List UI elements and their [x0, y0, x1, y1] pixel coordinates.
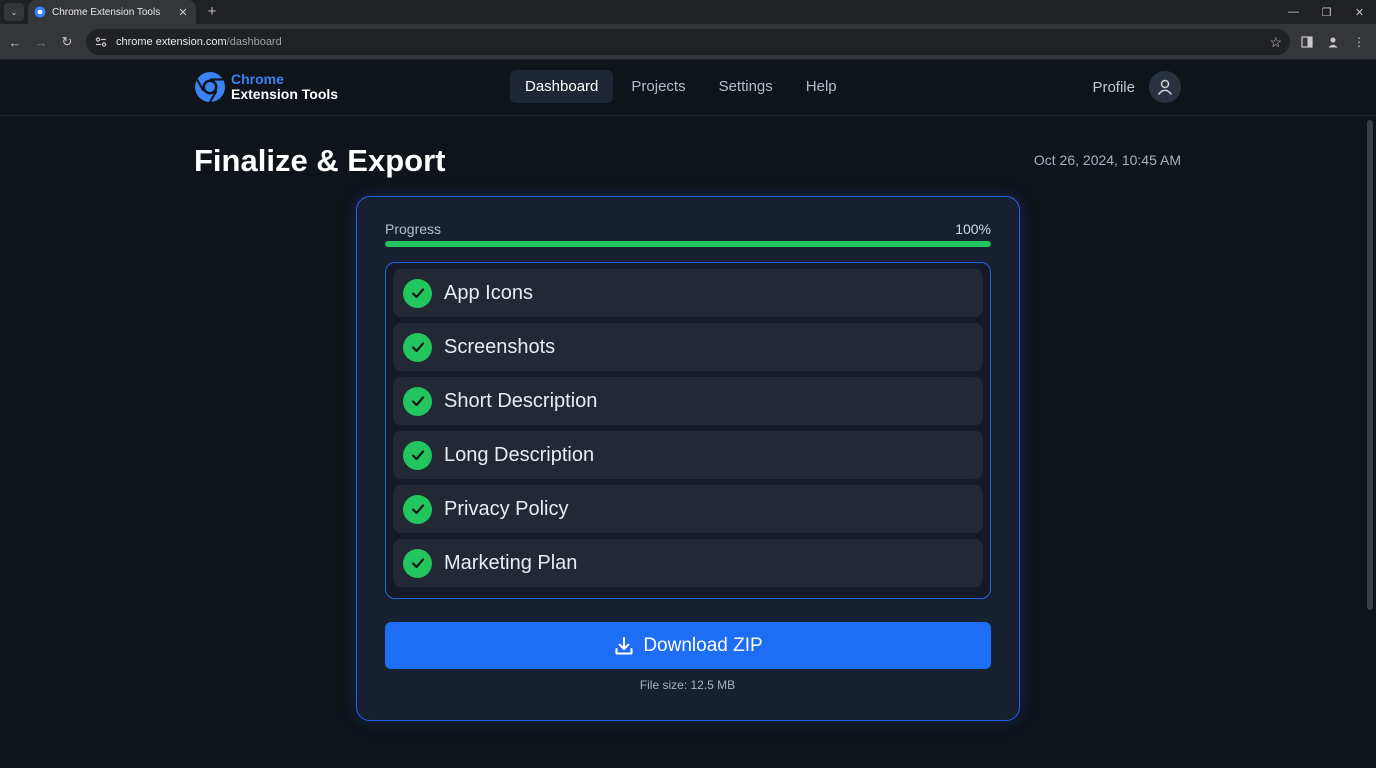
check-icon — [403, 548, 432, 578]
site-header: Chrome Extension Tools Dashboard Project… — [0, 60, 1376, 116]
checklist-item-label: Short Description — [444, 389, 598, 412]
nav-settings[interactable]: Settings — [704, 70, 788, 103]
checklist-item-short-description[interactable]: Short Description — [393, 377, 983, 425]
profile-label: Profile — [1092, 78, 1135, 96]
progress-bar-fill — [385, 241, 991, 247]
url-text: chrome extension.com/dashboard — [116, 36, 1269, 48]
forward-arrow-icon[interactable]: → — [32, 33, 50, 51]
logo-line-1: Chrome — [231, 71, 284, 87]
address-bar[interactable]: chrome extension.com/dashboard ☆ — [86, 29, 1290, 55]
chrome-favicon-icon — [34, 6, 46, 18]
browser-tab[interactable]: Chrome Extension Tools ✕ — [28, 0, 196, 24]
page-content: Chrome Extension Tools Dashboard Project… — [0, 60, 1376, 768]
main-nav: Dashboard Projects Settings Help — [510, 70, 855, 103]
logo[interactable]: Chrome Extension Tools — [194, 71, 338, 103]
nav-projects[interactable]: Projects — [616, 70, 700, 103]
page-scrollbar[interactable] — [1367, 120, 1373, 610]
file-size: File size: 12.5 MB — [639, 678, 736, 692]
tab-list-chevron-icon[interactable]: ⌄ — [4, 3, 24, 21]
nav-dashboard[interactable]: Dashboard — [510, 70, 614, 103]
progress-bar — [385, 241, 991, 247]
checklist-item-label: Privacy Policy — [444, 497, 569, 520]
checklist-item-screenshots[interactable]: Screenshots — [393, 323, 983, 371]
checklist: App Icons Screenshots Short Description … — [385, 262, 991, 599]
nav-help[interactable]: Help — [791, 70, 852, 103]
checklist-item-label: App Icons — [444, 281, 533, 304]
url-path: /dashboard — [226, 36, 282, 48]
bookmark-star-icon[interactable]: ☆ — [1269, 34, 1282, 51]
site-info-icon[interactable] — [94, 35, 108, 49]
new-tab-plus-icon[interactable]: + — [204, 2, 220, 22]
tab-close-icon[interactable]: ✕ — [176, 6, 190, 19]
back-arrow-icon[interactable]: ← — [6, 33, 24, 51]
avatar[interactable] — [1149, 71, 1181, 103]
window-close-icon[interactable]: ✕ — [1343, 0, 1376, 24]
user-icon — [1157, 79, 1173, 95]
page-title: Finalize & Export — [194, 143, 446, 178]
restore-icon[interactable]: ❐ — [1310, 0, 1343, 24]
browser-tab-bar: ⌄ Chrome Extension Tools ✕ + — ❐ ✕ — [0, 0, 1376, 24]
checklist-item-privacy-policy[interactable]: Privacy Policy — [393, 485, 983, 533]
timestamp: Oct 26, 2024, 10:45 AM — [1033, 152, 1181, 168]
checklist-item-app-icons[interactable]: App Icons — [393, 269, 983, 317]
download-icon — [615, 636, 633, 654]
browser-profile-icon[interactable] — [1324, 33, 1342, 51]
tab-title: Chrome Extension Tools — [52, 6, 161, 18]
download-zip-button[interactable]: Download ZIP — [385, 622, 991, 669]
check-icon — [403, 494, 432, 524]
logo-text: Chrome Extension Tools — [231, 72, 338, 102]
checklist-item-label: Long Description — [444, 443, 595, 466]
export-card: Progress 100% App Icons Screenshots Shor… — [356, 196, 1020, 721]
toolbar-actions: ⋮ — [1298, 33, 1368, 51]
reload-icon[interactable]: ↻ — [58, 33, 76, 51]
check-icon — [403, 332, 432, 362]
check-icon — [403, 386, 432, 416]
checklist-item-label: Marketing Plan — [444, 551, 578, 574]
logo-line-2: Extension Tools — [231, 86, 339, 102]
checklist-item-marketing-plan[interactable]: Marketing Plan — [393, 539, 983, 587]
side-panel-icon[interactable] — [1298, 33, 1316, 51]
profile-menu[interactable]: Profile — [1092, 71, 1181, 103]
check-icon — [403, 440, 432, 470]
checklist-item-label: Screenshots — [444, 335, 556, 358]
minimize-icon[interactable]: — — [1277, 0, 1310, 24]
progress-value: 100% — [955, 221, 991, 237]
progress-label: Progress — [385, 221, 442, 237]
download-label: Download ZIP — [643, 634, 763, 656]
window-controls: — ❐ ✕ — [1277, 0, 1376, 24]
chrome-logo-icon — [195, 72, 225, 103]
check-icon — [403, 278, 432, 308]
url-host: chrome extension.com — [116, 36, 227, 48]
checklist-item-long-description[interactable]: Long Description — [393, 431, 983, 479]
browser-toolbar: ← → ↻ chrome extension.com/dashboard ☆ ⋮ — [0, 24, 1376, 60]
browser-menu-icon[interactable]: ⋮ — [1350, 33, 1368, 51]
